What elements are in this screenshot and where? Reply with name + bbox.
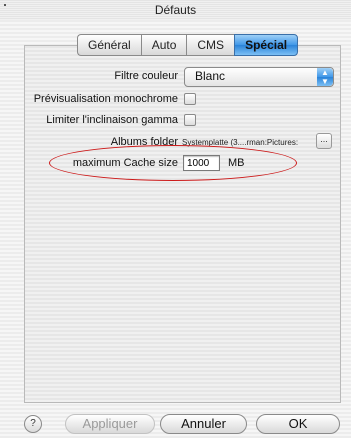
tab-cms[interactable]: CMS bbox=[186, 34, 235, 56]
cache-size-unit: MB bbox=[228, 157, 245, 169]
ok-button[interactable]: OK bbox=[256, 414, 340, 434]
cache-size-input[interactable]: 1000 bbox=[183, 155, 220, 171]
limiter-gamma-checkbox[interactable] bbox=[184, 114, 196, 126]
tab-bar: Général Auto CMS Spécial bbox=[77, 34, 299, 56]
tab-general[interactable]: Général bbox=[77, 34, 141, 56]
previsualisation-checkbox[interactable] bbox=[184, 93, 196, 105]
cache-size-label: maximum Cache size bbox=[72, 157, 178, 169]
filtre-couleur-popup[interactable]: Blanc ▲ ▼ bbox=[184, 67, 334, 87]
popup-arrows-icon: ▲ ▼ bbox=[317, 68, 333, 86]
tab-special[interactable]: Spécial bbox=[234, 34, 299, 56]
tab-auto[interactable]: Auto bbox=[140, 34, 187, 56]
previsualisation-label: Prévisualisation monochrome bbox=[33, 93, 178, 105]
filtre-couleur-value: Blanc bbox=[195, 69, 226, 83]
cancel-button[interactable]: Annuler bbox=[160, 414, 247, 434]
preferences-window: Défauts Général Auto CMS Spécial Filtre … bbox=[0, 0, 351, 438]
title-bar[interactable]: Défauts bbox=[0, 0, 351, 20]
apply-button[interactable]: Appliquer bbox=[65, 414, 155, 434]
help-button[interactable]: ? bbox=[24, 415, 42, 433]
window-title: Défauts bbox=[154, 3, 197, 17]
filtre-couleur-label: Filtre couleur bbox=[114, 70, 178, 82]
limiter-gamma-label: Limiter l'inclinaison gamma bbox=[46, 114, 178, 126]
albums-folder-browse-button[interactable]: ... bbox=[316, 133, 332, 149]
